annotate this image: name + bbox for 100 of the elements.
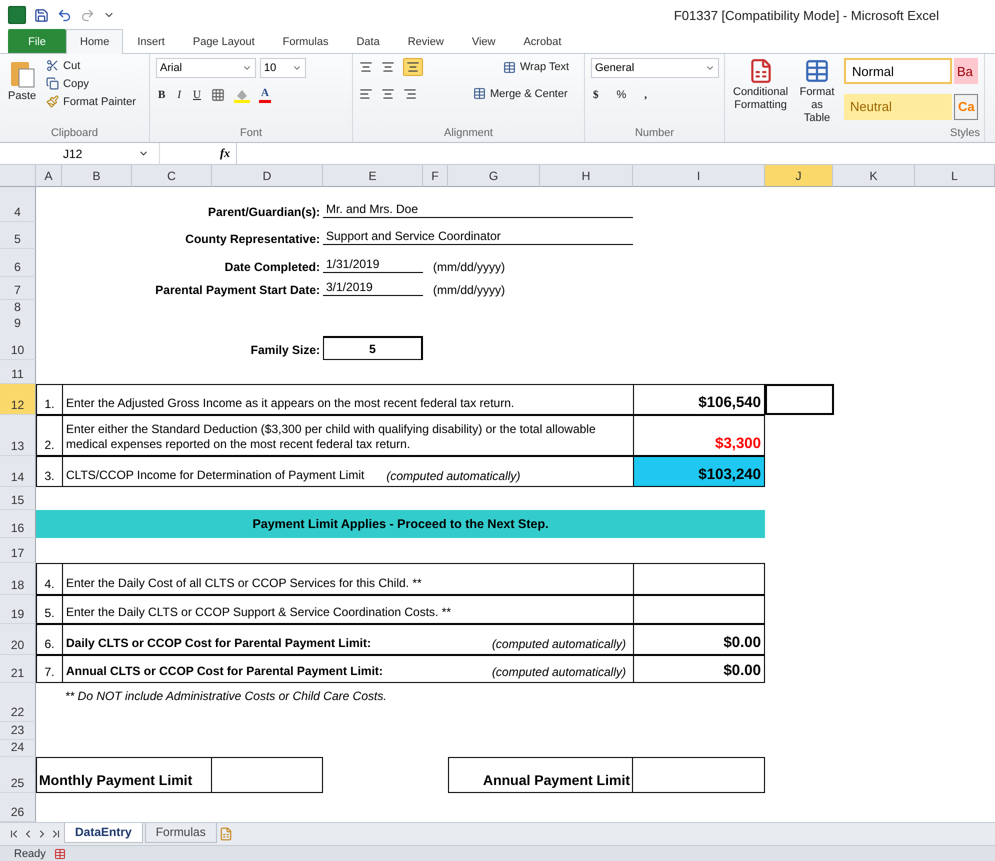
cell-style[interactable]: Neutral (844, 94, 952, 120)
cell-style[interactable]: Normal (844, 58, 952, 84)
ribbon-tab[interactable]: File (8, 29, 66, 53)
ribbon-tab[interactable]: Insert (123, 29, 179, 53)
currency-button[interactable]: $ (591, 88, 600, 102)
copy-icon (46, 77, 60, 90)
row-header[interactable]: 26 (0, 793, 36, 822)
app-logo-icon (8, 6, 26, 24)
row-header[interactable]: 18 (0, 563, 36, 595)
item-note: (computed automatically) (386, 469, 522, 483)
number-format-field[interactable]: General (591, 58, 719, 78)
ribbon-tab[interactable]: Data (342, 29, 394, 53)
row-header[interactable]: 6 (0, 249, 36, 277)
row-header[interactable]: 11 (0, 360, 36, 384)
font-color-button[interactable]: A (258, 86, 271, 103)
row-header[interactable]: 15 (0, 487, 36, 510)
row-header[interactable]: 13 (0, 415, 36, 456)
row-header[interactable]: 19 (0, 595, 36, 624)
item-text: CLTS/CCOP Income for Determination of Payment Limit (computed automatically) (62, 456, 633, 487)
column-header[interactable]: C (132, 165, 212, 187)
bold-button[interactable]: B (156, 88, 168, 102)
percent-button[interactable]: % (614, 88, 628, 102)
window-title: F01337 [Compatibility Mode] - Microsoft Excel (674, 8, 939, 22)
item-number: 4. (36, 563, 62, 595)
row-header[interactable]: 17 (0, 538, 36, 563)
cut-button[interactable]: Cut (44, 58, 138, 73)
ribbon-tab[interactable]: Formulas (268, 29, 342, 53)
row-header[interactable]: 10 (0, 332, 36, 360)
field-label: County Representative: (184, 231, 321, 248)
column-header[interactable]: A (36, 165, 62, 187)
row-header[interactable]: 24 (0, 740, 36, 757)
ribbon-tab[interactable]: Acrobat (509, 29, 576, 53)
paste-button[interactable]: Paste (6, 58, 38, 127)
sheet-tab[interactable]: DataEntry (64, 822, 143, 842)
item-text: Enter the Adjusted Gross Income as it appears on the most recent federal tax return. (62, 384, 633, 415)
ribbon-tab[interactable]: Page Layout (178, 29, 269, 53)
row-header[interactable]: 25 (0, 757, 36, 793)
align-bottom-button[interactable] (403, 58, 423, 76)
group-label: Font (238, 127, 263, 141)
limit-field[interactable] (212, 757, 323, 793)
column-header[interactable]: D (212, 165, 323, 187)
paintbrush-icon (46, 95, 60, 108)
format-hint: (mm/dd/yyyy) (432, 259, 506, 276)
amount-cell: $0.00 (633, 655, 765, 683)
group-label: Clipboard (50, 127, 100, 141)
row-header[interactable]: 14 (0, 456, 36, 487)
merge-center-button[interactable]: Merge & Center (471, 86, 570, 101)
row-header[interactable]: 23 (0, 722, 36, 740)
row-header[interactable]: 12 (0, 384, 36, 415)
group-label: Styles (949, 127, 981, 141)
format-as-table-button[interactable]: Format as Table (796, 58, 838, 127)
ribbon-tab[interactable]: Review (394, 29, 458, 53)
field-value: Mr. and Mrs. Doe (323, 187, 633, 218)
field-value: 5 (323, 336, 423, 360)
row-header[interactable]: 22 (0, 683, 36, 722)
wrap-text-button[interactable]: Wrap Text (501, 60, 572, 74)
row-header[interactable]: 21 (0, 655, 36, 683)
italic-button[interactable]: I (175, 88, 184, 102)
row-header[interactable]: 4 (0, 187, 36, 222)
column-header[interactable]: L (915, 165, 995, 187)
field-label: Parental Payment Start Date: (154, 282, 321, 299)
sheet-tab[interactable]: Formulas (144, 822, 217, 842)
column-header[interactable]: G (448, 165, 540, 187)
comma-button[interactable]: , (642, 88, 650, 102)
item-note: (computed automatically) (492, 637, 627, 651)
limit-field[interactable] (633, 757, 765, 793)
item-text: Enter either the Standard Deduction ($3,300 per child with qualifying disability) or the total allowable medical expenses reported on the most recent federal tax return. (62, 415, 633, 456)
font-size-field[interactable]: 10 (260, 58, 306, 78)
field-value: Support and Service Coordinator (323, 222, 633, 245)
function-label[interactable]: fx (220, 146, 236, 161)
conditional-formatting-button[interactable]: Conditional Formatting (731, 58, 790, 127)
underline-button[interactable]: U (191, 88, 203, 102)
row-header[interactable]: 9 (0, 316, 36, 333)
field-label: Family Size: (250, 342, 321, 359)
row-header[interactable]: 5 (0, 222, 36, 249)
last-sheet-icon (50, 828, 62, 840)
format-painter-button[interactable]: Format Painter (44, 94, 138, 109)
item-number: 3. (36, 456, 62, 487)
column-header[interactable]: B (62, 165, 132, 187)
scissors-icon (46, 59, 60, 72)
column-header[interactable]: F (423, 165, 448, 187)
row-header[interactable]: 16 (0, 510, 36, 538)
row-header[interactable]: 20 (0, 624, 36, 655)
column-header[interactable]: H (540, 165, 633, 187)
item-text: Daily CLTS or CCOP Cost for Parental Payment Limit: (computed automatically) (62, 624, 633, 655)
cell-style[interactable]: Ba (954, 58, 978, 84)
ribbon-tab[interactable]: Home (66, 29, 124, 54)
ribbon-tab[interactable]: View (458, 29, 510, 53)
limit-label: Monthly Payment Limit (36, 757, 212, 793)
column-header[interactable]: J (765, 165, 833, 187)
status-banner: Payment Limit Applies - Proceed to the Next Step. (36, 510, 765, 538)
row-header[interactable]: 7 (0, 277, 36, 300)
column-header[interactable]: I (633, 165, 765, 187)
copy-button[interactable]: Copy (44, 76, 138, 91)
column-header[interactable]: E (323, 165, 423, 187)
align-center-icon (381, 86, 395, 100)
column-header[interactable]: K (833, 165, 915, 187)
font-name-field[interactable]: Arial (156, 58, 256, 78)
active-cell[interactable] (765, 384, 834, 415)
row-header[interactable]: 8 (0, 300, 36, 317)
